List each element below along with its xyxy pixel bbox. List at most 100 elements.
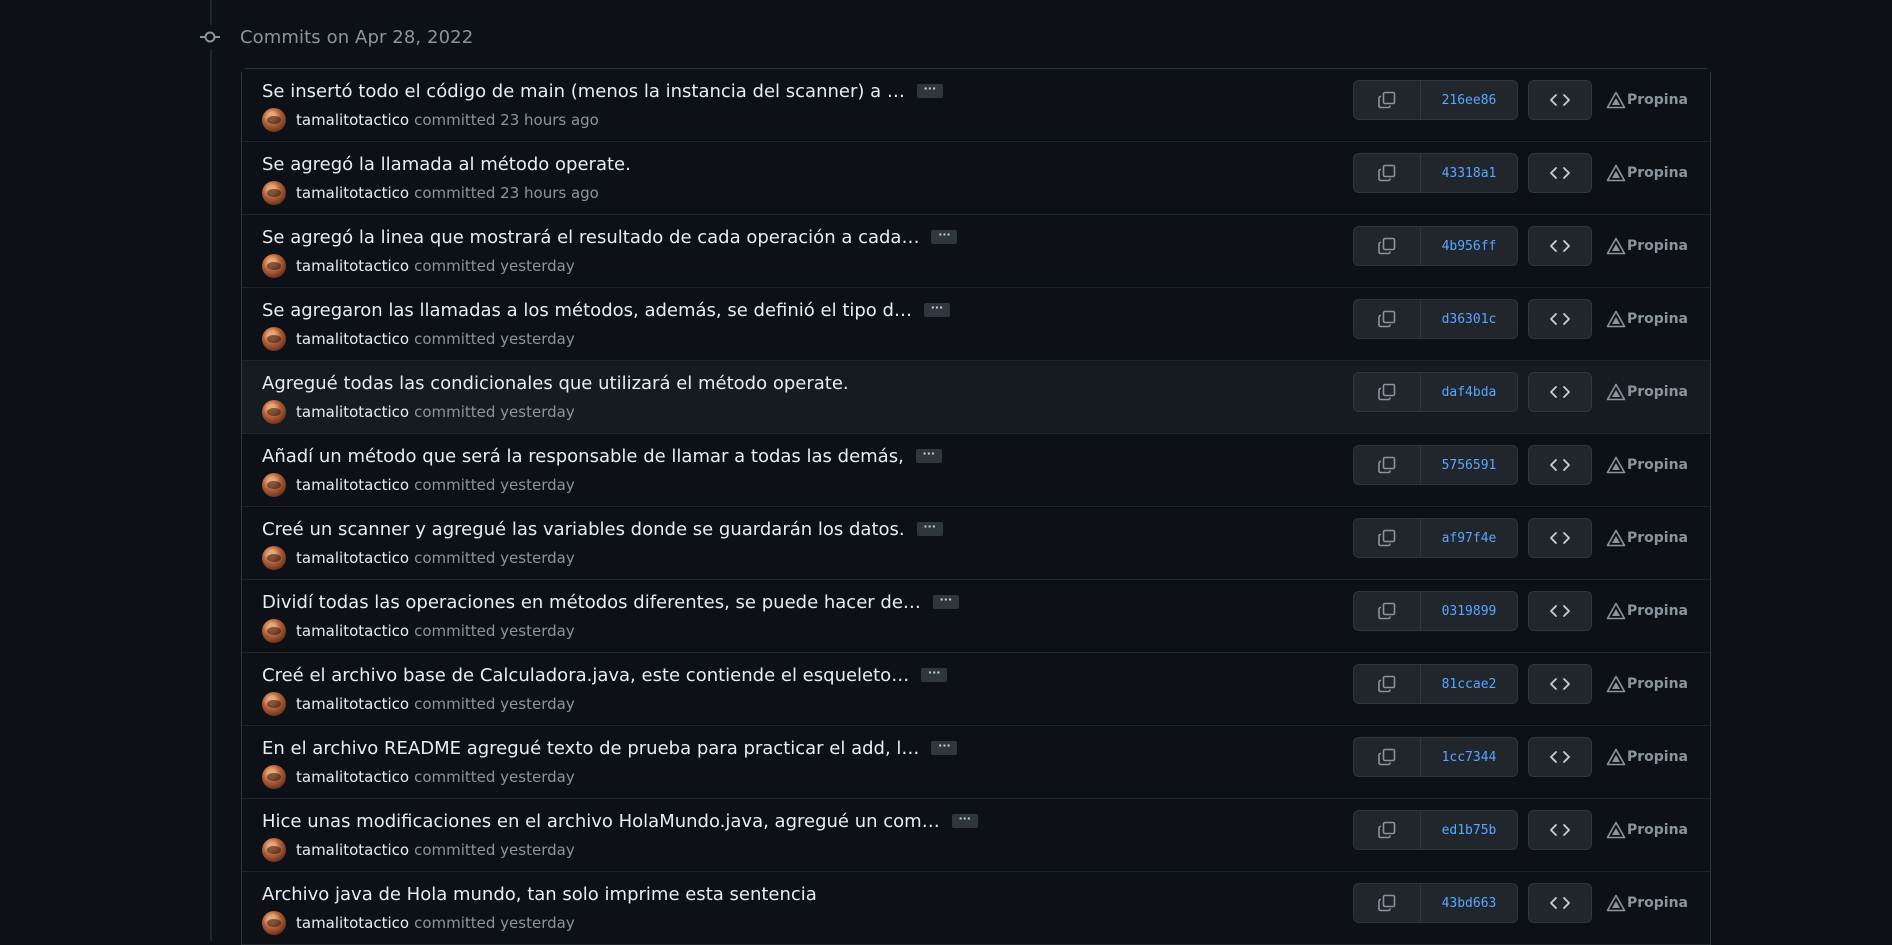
commit-message-link[interactable]: Agregué todas las condicionales que util… (262, 373, 849, 394)
commit-message-link[interactable]: Dividí todas las operaciones en métodos … (262, 592, 921, 613)
deployment-status[interactable]: Propina (1606, 592, 1688, 630)
ellipsis-icon[interactable]: ··· (931, 740, 958, 755)
browse-repo-button[interactable] (1527, 591, 1592, 631)
browse-repo-button[interactable] (1527, 445, 1592, 485)
commit-author[interactable]: tamalitotactico (296, 841, 409, 859)
commit-author[interactable]: tamalitotactico (296, 403, 409, 421)
avatar[interactable] (262, 254, 286, 278)
commit-author[interactable]: tamalitotactico (296, 914, 409, 932)
ellipsis-icon[interactable]: ··· (951, 813, 978, 828)
copy-sha-button[interactable] (1354, 665, 1421, 703)
commit-author[interactable]: tamalitotactico (296, 549, 409, 567)
commit-message-link[interactable]: Se agregó la llamada al método operate. (262, 154, 631, 175)
deployment-status[interactable]: Propina (1606, 300, 1688, 338)
status-label: Propina (1626, 676, 1688, 692)
commit-sha-link[interactable]: d36301c (1421, 300, 1517, 338)
avatar[interactable] (262, 108, 286, 132)
commit-author[interactable]: tamalitotactico (296, 768, 409, 786)
commit-message-link[interactable]: Se insertó todo el código de main (menos… (262, 81, 905, 102)
deployment-status[interactable]: Propina (1606, 519, 1688, 557)
commit-message-link[interactable]: Archivo java de Hola mundo, tan solo imp… (262, 884, 817, 905)
browse-repo-button[interactable] (1527, 80, 1592, 120)
avatar[interactable] (262, 327, 286, 351)
deployment-status[interactable]: Propina (1606, 811, 1688, 849)
copy-sha-button[interactable] (1354, 446, 1421, 484)
avatar[interactable] (262, 765, 286, 789)
ellipsis-icon[interactable]: ··· (921, 667, 948, 682)
deployment-status[interactable]: Propina (1606, 373, 1688, 411)
deployment-status[interactable]: Propina (1606, 738, 1688, 776)
commit-sha-link[interactable]: 0319899 (1421, 592, 1517, 630)
avatar[interactable] (262, 619, 286, 643)
browse-repo-button[interactable] (1527, 372, 1592, 412)
commit-sha-link[interactable]: af97f4e (1421, 519, 1517, 557)
browse-repo-button[interactable] (1527, 737, 1592, 777)
commit-sha-link[interactable]: 43bd663 (1421, 884, 1517, 922)
browse-repo-button[interactable] (1527, 810, 1592, 850)
copy-sha-button[interactable] (1354, 519, 1421, 557)
browse-repo-button[interactable] (1527, 153, 1592, 193)
commit-message-link[interactable]: En el archivo README agregué texto de pr… (262, 738, 919, 759)
ellipsis-icon[interactable]: ··· (931, 229, 958, 244)
commit-message-link[interactable]: Se agregó la linea que mostrará el resul… (262, 227, 919, 248)
commit-sha-link[interactable]: 1cc7344 (1421, 738, 1517, 776)
commit-sha-link[interactable]: 81ccae2 (1421, 665, 1517, 703)
copy-sha-button[interactable] (1354, 300, 1421, 338)
commit-author[interactable]: tamalitotactico (296, 330, 409, 348)
commit-message-link[interactable]: Añadí un método que será la responsable … (262, 446, 904, 467)
browse-repo-button[interactable] (1527, 299, 1592, 339)
commit-sha-link[interactable]: 5756591 (1421, 446, 1517, 484)
ellipsis-icon[interactable]: ··· (916, 83, 943, 98)
commit-message-link[interactable]: Hice unas modificaciones en el archivo H… (262, 811, 940, 832)
avatar[interactable] (262, 473, 286, 497)
commit-meta: tamalitotactico committed 23 hours ago (262, 180, 599, 206)
deployment-status[interactable]: Propina (1606, 884, 1688, 922)
deployment-status[interactable]: Propina (1606, 446, 1688, 484)
copy-sha-button[interactable] (1354, 227, 1421, 265)
commit-author[interactable]: tamalitotactico (296, 184, 409, 202)
commit-sha-link[interactable]: 4b956ff (1421, 227, 1517, 265)
ellipsis-icon[interactable]: ··· (916, 521, 943, 536)
copy-icon (1378, 821, 1396, 839)
deployment-status[interactable]: Propina (1606, 665, 1688, 703)
avatar[interactable] (262, 546, 286, 570)
commit-meta: tamalitotactico committed yesterday (262, 910, 575, 936)
copy-sha-button[interactable] (1354, 884, 1421, 922)
copy-sha-button[interactable] (1354, 811, 1421, 849)
browse-repo-button[interactable] (1527, 518, 1592, 558)
ellipsis-icon[interactable]: ··· (915, 448, 942, 463)
ellipsis-icon[interactable]: ··· (932, 594, 959, 609)
deployment-status[interactable]: Propina (1606, 227, 1688, 265)
copy-sha-button[interactable] (1354, 373, 1421, 411)
commit-author[interactable]: tamalitotactico (296, 622, 409, 640)
commit-sha-link[interactable]: ed1b75b (1421, 811, 1517, 849)
copy-sha-button[interactable] (1354, 154, 1421, 192)
commit-author[interactable]: tamalitotactico (296, 257, 409, 275)
browse-repo-button[interactable] (1527, 883, 1592, 923)
commit-message-link[interactable]: Creé un scanner y agregué las variables … (262, 519, 905, 540)
commit-message-link[interactable]: Creé el archivo base de Calculadora.java… (262, 665, 909, 686)
avatar[interactable] (262, 692, 286, 716)
commit-sha-link[interactable]: 216ee86 (1421, 81, 1517, 119)
commit-author[interactable]: tamalitotactico (296, 111, 409, 129)
browse-repo-button[interactable] (1527, 664, 1592, 704)
commit-sha-link[interactable]: 43318a1 (1421, 154, 1517, 192)
ellipsis-icon[interactable]: ··· (923, 302, 950, 317)
commit-author[interactable]: tamalitotactico (296, 695, 409, 713)
copy-sha-button[interactable] (1354, 592, 1421, 630)
browse-repo-button[interactable] (1527, 226, 1592, 266)
status-label: Propina (1626, 238, 1688, 254)
deployment-status[interactable]: Propina (1606, 81, 1688, 119)
avatar[interactable] (262, 181, 286, 205)
avatar[interactable] (262, 400, 286, 424)
commit-sha-link[interactable]: daf4bda (1421, 373, 1517, 411)
commit-actions: 216ee86 Propina (1352, 80, 1688, 120)
deployment-status[interactable]: Propina (1606, 154, 1688, 192)
copy-sha-button[interactable] (1354, 738, 1421, 776)
sha-button-group: daf4bda (1352, 372, 1518, 412)
commit-message-link[interactable]: Se agregaron las llamadas a los métodos,… (262, 300, 912, 321)
avatar[interactable] (262, 838, 286, 862)
commit-author[interactable]: tamalitotactico (296, 476, 409, 494)
avatar[interactable] (262, 911, 286, 935)
copy-sha-button[interactable] (1354, 81, 1421, 119)
